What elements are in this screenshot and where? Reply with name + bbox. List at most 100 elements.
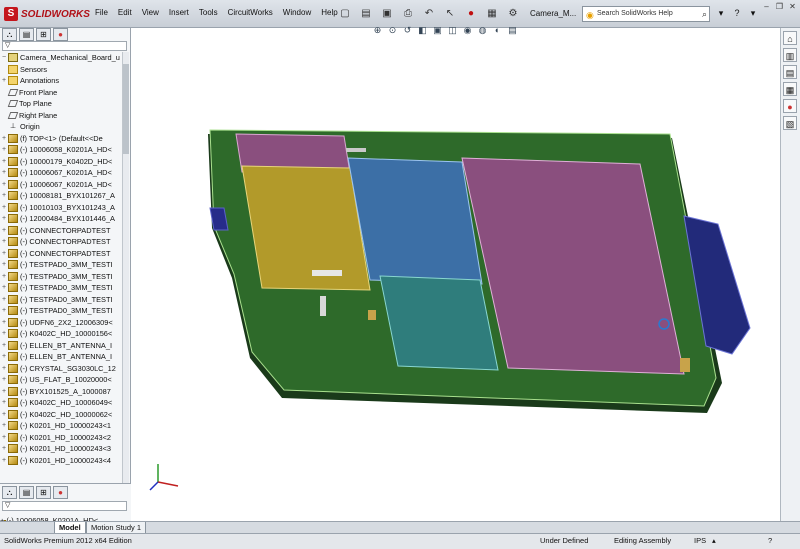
expand-icon[interactable]: + <box>0 167 8 179</box>
expand-icon[interactable]: + <box>0 409 8 421</box>
tree-item[interactable]: + (-) ELLEN_BT_ANTENNA_I <box>0 351 124 363</box>
expand-icon[interactable]: + <box>0 351 8 363</box>
print-icon[interactable]: ⎙ <box>399 5 417 21</box>
menu-edit[interactable]: Edit <box>113 8 137 17</box>
expand-icon[interactable]: + <box>0 443 8 455</box>
menu-view[interactable]: View <box>137 8 164 17</box>
component-blue[interactable] <box>347 157 483 285</box>
apply-scene-icon[interactable]: ◐ <box>492 24 503 36</box>
tree-item[interactable]: + (-) CRYSTAL_SG3030LC_12 <box>0 363 124 375</box>
tree-item[interactable]: + (-) TESTPAD0_3MM_TESTI <box>0 271 124 283</box>
section-view-icon[interactable]: ◧ <box>417 24 428 36</box>
view-settings-icon[interactable]: ▤ <box>507 24 518 36</box>
tree-item[interactable]: + (-) TESTPAD0_3MM_TESTI <box>0 259 124 271</box>
expand-icon[interactable]: + <box>0 213 8 225</box>
tree-item[interactable]: + (-) 10006067_K0201A_HD< <box>0 167 124 179</box>
tree-item[interactable]: + (-) 10006058_K0201A_HD< <box>0 144 124 156</box>
lower-panel-filter[interactable]: ▽ <box>2 501 127 511</box>
previous-view-icon[interactable]: ↺ <box>402 24 413 36</box>
save-icon[interactable]: ▣ <box>378 5 396 21</box>
tree-item[interactable]: + (-) 10010103_BYX101243_A <box>0 202 124 214</box>
tree-item[interactable]: + (-) K0201_HD_10000243<2 <box>0 432 124 444</box>
solidworks-logo[interactable]: S SOLIDWORKS <box>4 6 90 22</box>
expand-icon[interactable]: + <box>0 133 8 145</box>
appearances-scenes-icon[interactable]: ● <box>783 99 797 113</box>
component-yellow[interactable] <box>241 165 371 291</box>
new-document-icon[interactable]: ▢ <box>336 5 354 21</box>
help-search-input[interactable]: ◉ Search SolidWorks Help ⌕ <box>582 6 710 22</box>
expand-icon[interactable]: + <box>0 432 8 444</box>
file-explorer-icon[interactable]: ▤ <box>783 65 797 79</box>
expand-icon[interactable]: + <box>0 340 8 352</box>
tree-item[interactable]: + (-) UDFN6_2X2_12006309< <box>0 317 124 329</box>
tree-item[interactable]: Front Plane <box>0 87 124 99</box>
tree-item[interactable]: + (-) 10000179_K0402D_HD< <box>0 156 124 168</box>
tree-item[interactable]: ⊥ Origin <box>0 121 124 133</box>
menu-insert[interactable]: Insert <box>164 8 194 17</box>
restore-icon[interactable]: ❐ <box>773 2 786 12</box>
menu-file[interactable]: File <box>90 8 113 17</box>
expand-icon[interactable]: + <box>0 202 8 214</box>
appearance-tab-icon[interactable]: ● <box>53 486 68 499</box>
view-orientation-icon[interactable]: ▣ <box>432 24 443 36</box>
edit-appearance-icon[interactable]: ◍ <box>477 24 488 36</box>
expand-icon[interactable]: + <box>0 225 8 237</box>
tree-item[interactable]: Right Plane <box>0 110 124 122</box>
feature-tree-filter[interactable]: ▽ <box>2 41 127 51</box>
feature-tree-scrollbar[interactable] <box>122 52 129 486</box>
search-dropdown-icon[interactable]: ▾ <box>714 6 728 20</box>
expand-icon[interactable]: + <box>0 363 8 375</box>
expand-icon[interactable]: + <box>0 271 8 283</box>
tree-item[interactable]: + Annotations <box>0 75 124 87</box>
expand-icon[interactable]: + <box>0 190 8 202</box>
tree-item[interactable]: + (-) TESTPAD0_3MM_TESTI <box>0 294 124 306</box>
status-units[interactable]: IPS <box>694 534 706 548</box>
menu-circuitworks[interactable]: CircuitWorks <box>223 8 278 17</box>
help-menu-chevron-icon[interactable]: ▾ <box>746 6 760 20</box>
zoom-to-fit-icon[interactable]: ⊕ <box>372 24 383 36</box>
tree-item[interactable]: Sensors <box>0 64 124 76</box>
expand-icon[interactable]: + <box>0 179 8 191</box>
expand-icon[interactable]: − <box>0 52 8 64</box>
tree-item[interactable]: + (-) TESTPAD0_3MM_TESTI <box>0 305 124 317</box>
minimize-icon[interactable]: – <box>760 2 773 12</box>
tree-item[interactable]: + (-) K0402C_HD_10000062< <box>0 409 124 421</box>
expand-icon[interactable]: + <box>0 374 8 386</box>
tree-item[interactable]: + (-) CONNECTORPADTEST <box>0 248 124 260</box>
tree-item[interactable]: + (-) CONNECTORPADTEST <box>0 236 124 248</box>
appearance-tab-icon[interactable]: ● <box>53 28 68 41</box>
status-help-icon[interactable]: ? <box>768 534 772 548</box>
tree-item[interactable]: + (-) K0201_HD_10000243<3 <box>0 443 124 455</box>
view-palette-icon[interactable]: ▦ <box>783 82 797 96</box>
undo-icon[interactable]: ↶ <box>420 5 438 21</box>
tree-item[interactable]: + (-) BYX101525_A_1000087 <box>0 386 124 398</box>
expand-icon[interactable]: + <box>0 305 8 317</box>
tree-item[interactable]: + (-) 10008181_BYX101267_A <box>0 190 124 202</box>
expand-icon[interactable]: + <box>0 420 8 432</box>
tree-item[interactable]: + (-) K0201_HD_10000243<4 <box>0 455 124 467</box>
solidworks-resources-icon[interactable]: ⌂ <box>783 31 797 45</box>
hide-show-items-icon[interactable]: ◉ <box>462 24 473 36</box>
tree-item[interactable]: + (-) TESTPAD0_3MM_TESTI <box>0 282 124 294</box>
configuration-manager-tab-icon[interactable]: ⊞ <box>36 28 51 41</box>
expand-icon[interactable]: + <box>0 386 8 398</box>
menu-tools[interactable]: Tools <box>194 8 223 17</box>
expand-icon[interactable]: + <box>0 397 8 409</box>
rebuild-traffic-light-icon[interactable]: ● <box>462 5 480 21</box>
expand-icon[interactable]: + <box>0 75 8 87</box>
zoom-to-area-icon[interactable]: ⊙ <box>387 24 398 36</box>
display-style-icon[interactable]: ◫ <box>447 24 458 36</box>
tree-item[interactable]: Top Plane <box>0 98 124 110</box>
tree-item[interactable]: + (-) US_FLAT_B_10020000< <box>0 374 124 386</box>
options-gear-icon[interactable]: ⚙ <box>504 5 522 21</box>
file-properties-icon[interactable]: ▦ <box>483 5 501 21</box>
close-icon[interactable]: ✕ <box>786 2 799 12</box>
open-folder-icon[interactable]: ▤ <box>357 5 375 21</box>
tree-item[interactable]: + (-) CONNECTORPADTEST <box>0 225 124 237</box>
property-manager-tab-icon[interactable]: ▤ <box>19 28 34 41</box>
expand-icon[interactable]: + <box>0 156 8 168</box>
help-question-icon[interactable]: ? <box>730 6 744 20</box>
tree-item[interactable]: + (-) 12000484_BYX101446_A <box>0 213 124 225</box>
tree-root-assembly[interactable]: − Camera_Mechanical_Board_u <box>0 52 124 64</box>
expand-icon[interactable]: + <box>0 317 8 329</box>
